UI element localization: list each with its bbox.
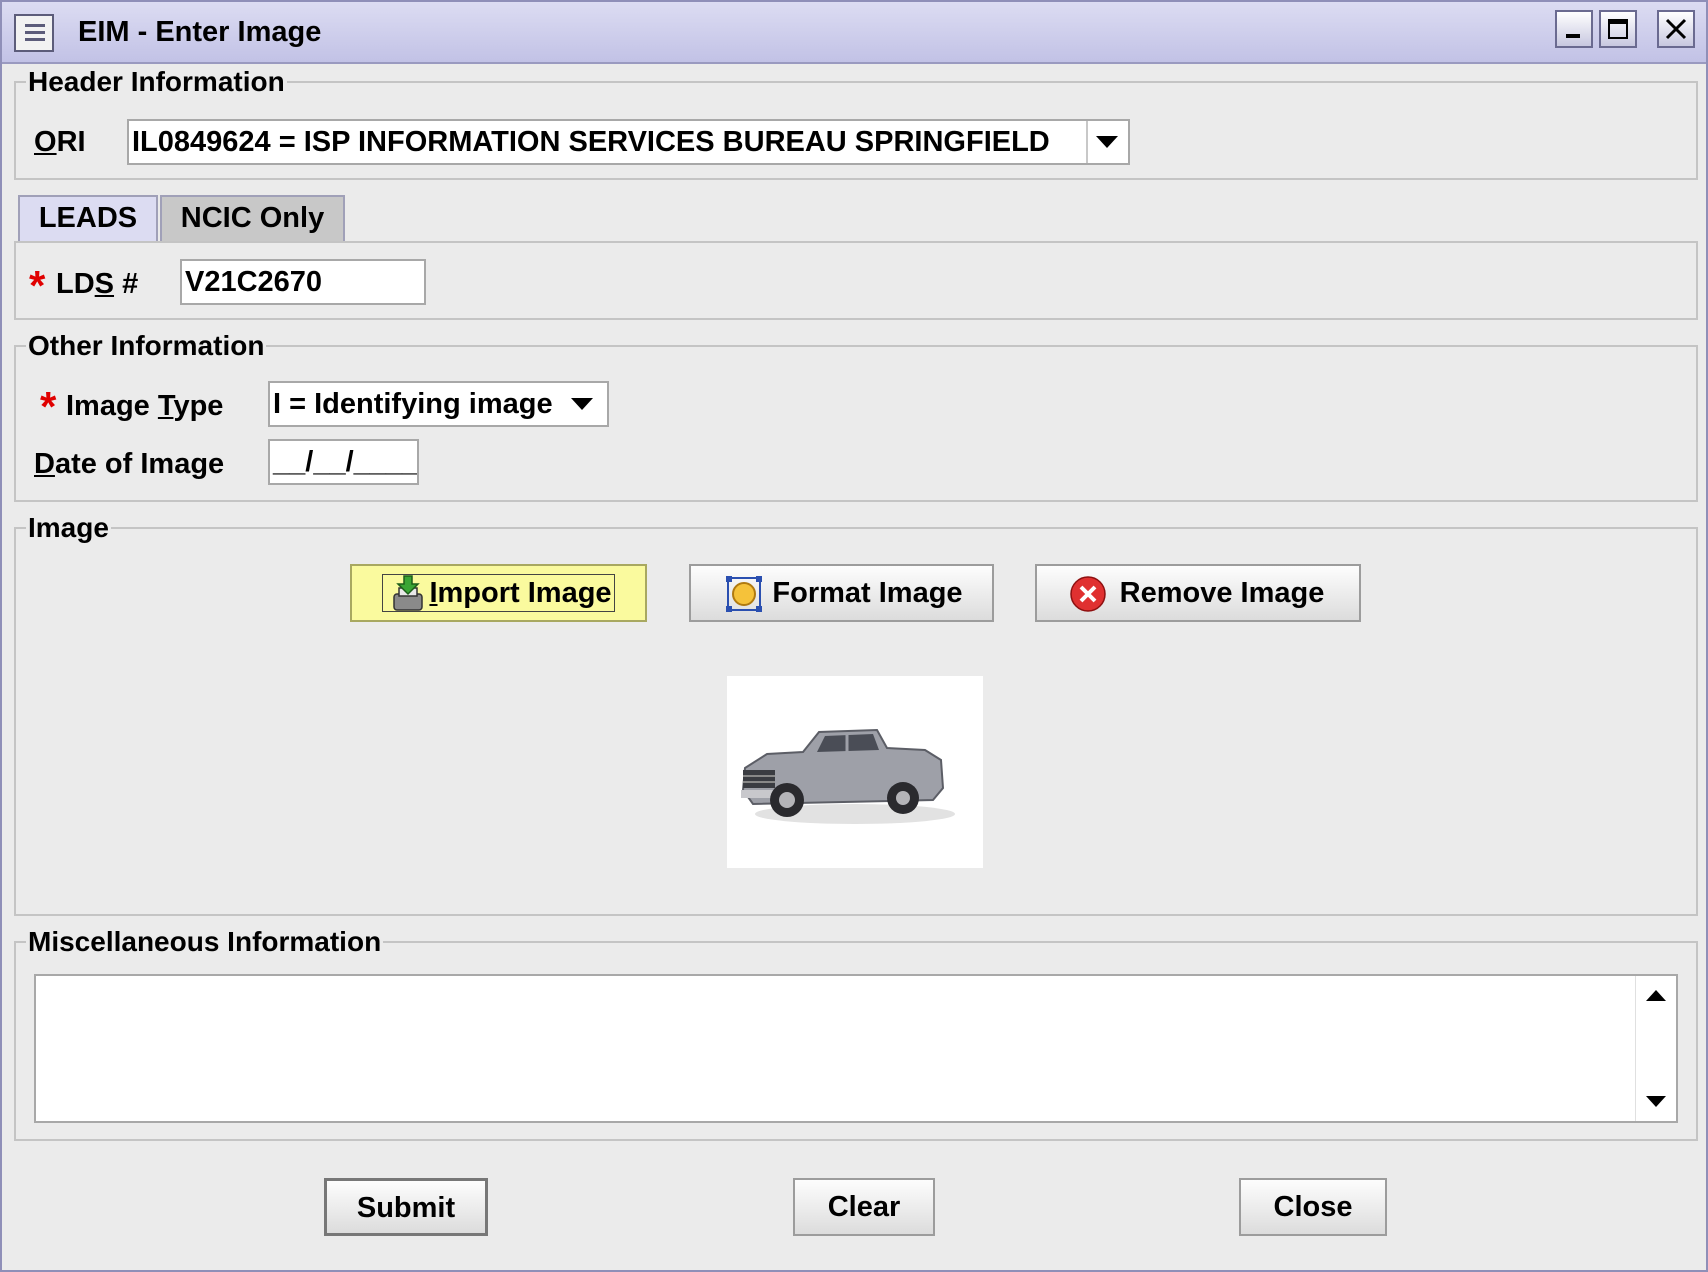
chevron-down-icon[interactable] <box>565 383 607 425</box>
eim-window: EIM - Enter Image Header Information ORI… <box>0 0 1708 1272</box>
image-type-select[interactable]: I = Identifying image <box>268 381 609 427</box>
lds-number-input[interactable]: V21C2670 <box>180 259 426 305</box>
image-type-label: Image Type <box>66 390 224 422</box>
clear-button[interactable]: Clear <box>793 1178 935 1236</box>
date-of-image-input[interactable]: __/__/____ <box>268 439 419 485</box>
image-preview <box>727 676 983 868</box>
remove-image-label: Remove Image <box>1119 577 1325 609</box>
window-menu-icon[interactable] <box>14 14 54 52</box>
maximize-icon[interactable] <box>1599 10 1637 48</box>
window-title: EIM - Enter Image <box>78 16 322 48</box>
remove-image-button[interactable]: Remove Image <box>1035 564 1361 622</box>
truck-image <box>741 728 955 824</box>
minimize-icon[interactable] <box>1555 10 1593 48</box>
other-information-group: Other Information <box>14 332 1698 502</box>
required-indicator: * <box>40 383 57 430</box>
ori-combobox[interactable]: IL0849624 = ISP INFORMATION SERVICES BUR… <box>127 119 1130 165</box>
image-type-value: I = Identifying image <box>273 388 553 420</box>
close-button[interactable]: Close <box>1239 1178 1387 1236</box>
import-image-label: Import Image <box>429 577 612 609</box>
scroll-down-icon[interactable] <box>1646 1096 1666 1107</box>
import-icon <box>393 575 423 611</box>
miscellaneous-textarea[interactable] <box>34 974 1678 1123</box>
title-bar[interactable]: EIM - Enter Image <box>2 2 1706 64</box>
ori-label: ORI <box>34 126 86 158</box>
format-image-button[interactable]: Format Image <box>689 564 994 622</box>
tab-leads[interactable]: LEADS <box>18 195 158 241</box>
scroll-up-icon[interactable] <box>1646 990 1666 1001</box>
submit-button[interactable]: Submit <box>324 1178 488 1236</box>
header-information-legend: Header Information <box>28 66 285 97</box>
chevron-down-icon[interactable] <box>1086 121 1128 163</box>
image-legend: Image <box>28 512 109 543</box>
tab-ncic-only[interactable]: NCIC Only <box>160 195 345 241</box>
vertical-scrollbar[interactable] <box>1635 976 1676 1121</box>
required-indicator: * <box>29 262 46 309</box>
miscellaneous-information-legend: Miscellaneous Information <box>28 926 382 957</box>
import-image-button[interactable]: Import Image <box>350 564 647 622</box>
date-of-image-label: Date of Image <box>34 448 225 480</box>
remove-icon <box>1070 576 1106 612</box>
lds-label: LDS # <box>56 268 139 300</box>
format-image-label: Format Image <box>772 577 963 609</box>
other-information-legend: Other Information <box>28 330 265 361</box>
ori-value: IL0849624 = ISP INFORMATION SERVICES BUR… <box>132 126 1050 158</box>
format-icon <box>726 576 762 612</box>
close-icon[interactable] <box>1657 10 1695 48</box>
